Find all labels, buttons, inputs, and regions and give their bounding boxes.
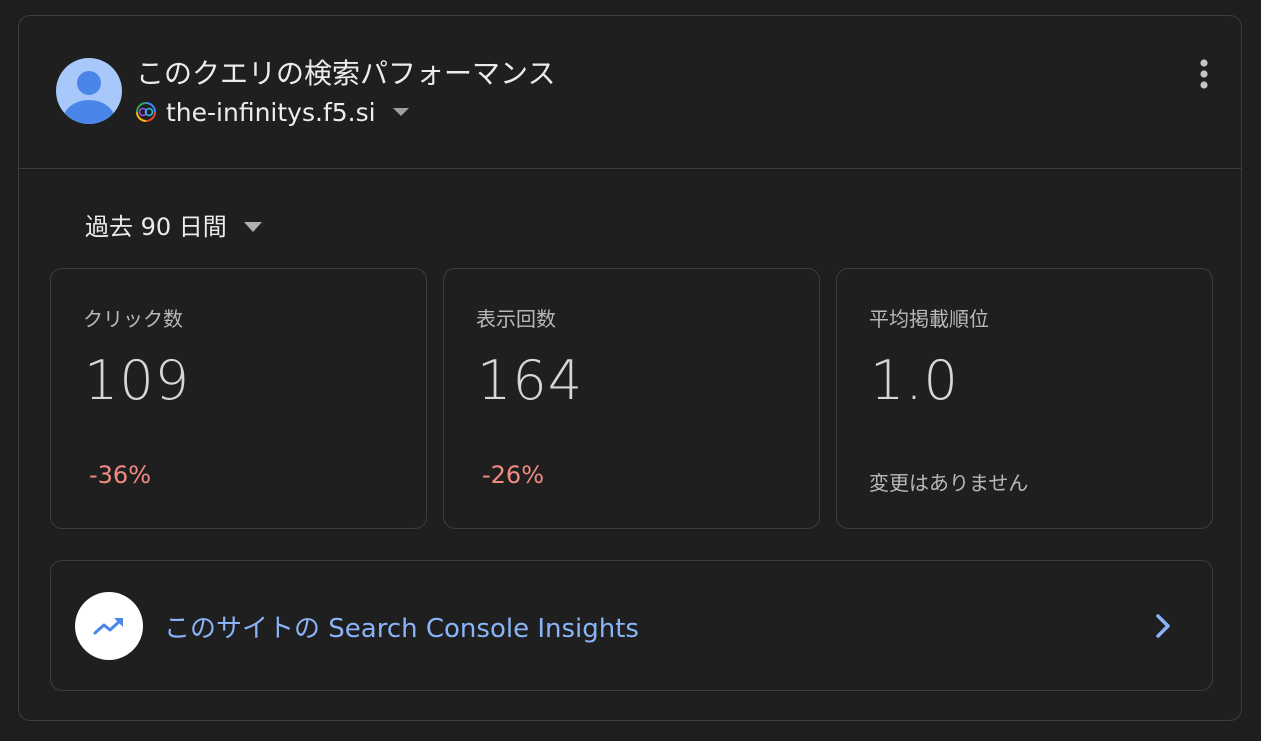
caret-down-icon xyxy=(243,222,262,232)
metric-card-clicks: クリック数 109 -36% xyxy=(50,268,427,529)
metric-card-impressions: 表示回数 164 -26% xyxy=(443,268,820,529)
metric-card-position: 平均掲載順位 1.0 変更はありません xyxy=(836,268,1213,529)
chevron-right-icon xyxy=(1156,614,1170,638)
page-title: このクエリの検索パフォーマンス xyxy=(136,57,556,90)
site-selector[interactable]: the-infinitys.f5.si xyxy=(134,94,410,130)
insights-label: このサイトの Search Console Insights xyxy=(164,614,639,644)
metric-value: 109 xyxy=(84,349,191,412)
metric-label: クリック数 xyxy=(83,307,183,331)
metric-label: 表示回数 xyxy=(476,307,556,331)
trending-up-icon xyxy=(93,618,123,635)
account-avatar-icon xyxy=(56,58,122,124)
date-range-label: 過去 90 日間 xyxy=(85,212,227,241)
property-icon xyxy=(136,102,156,122)
metric-value: 164 xyxy=(477,349,584,412)
panel-header: このクエリの検索パフォーマンス the-infinitys.f5.si xyxy=(19,16,1241,169)
metric-change: -36% xyxy=(89,461,152,489)
metric-label: 平均掲載順位 xyxy=(869,307,989,331)
insights-icon-badge xyxy=(75,592,143,660)
search-performance-panel: このクエリの検索パフォーマンス the-infinitys.f5.si 過去 9… xyxy=(18,15,1242,721)
caret-down-icon xyxy=(392,108,409,116)
site-name: the-infinitys.f5.si xyxy=(166,97,376,127)
date-range-dropdown[interactable]: 過去 90 日間 xyxy=(85,204,263,244)
metric-change: -26% xyxy=(482,461,545,489)
more-vert-icon[interactable] xyxy=(1189,54,1219,94)
metric-value: 1.0 xyxy=(870,349,959,412)
insights-link[interactable]: このサイトの Search Console Insights xyxy=(50,560,1213,691)
metric-change: 変更はありません xyxy=(869,471,1029,495)
